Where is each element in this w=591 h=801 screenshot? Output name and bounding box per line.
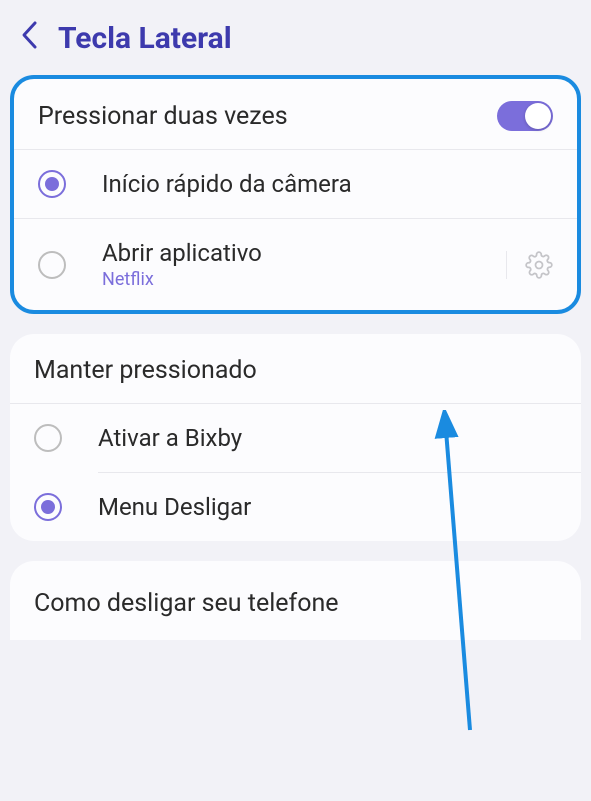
option-content: Ativar a Bixby xyxy=(98,424,557,452)
long-press-card: Manter pressionado Ativar a Bixby Menu D… xyxy=(10,334,581,541)
option-label: Menu Desligar xyxy=(98,493,557,521)
footer-title: Como desligar seu telefone xyxy=(34,589,339,618)
radio-power-menu[interactable] xyxy=(34,493,62,521)
option-quick-camera[interactable]: Início rápido da câmera xyxy=(14,149,577,218)
option-content: Início rápido da câmera xyxy=(102,170,553,198)
page-title: Tecla Lateral xyxy=(58,21,232,56)
header: Tecla Lateral xyxy=(0,0,591,75)
long-press-title: Manter pressionado xyxy=(34,356,257,385)
footer-card[interactable]: Como desligar seu telefone xyxy=(10,561,581,640)
double-press-header: Pressionar duas vezes xyxy=(14,79,577,149)
option-sublabel: Netflix xyxy=(102,269,496,290)
radio-open-app[interactable] xyxy=(38,251,66,279)
double-press-toggle[interactable] xyxy=(497,101,553,131)
double-press-title: Pressionar duas vezes xyxy=(38,102,288,131)
option-content: Menu Desligar xyxy=(98,493,557,521)
option-content: Abrir aplicativo Netflix xyxy=(102,239,496,290)
radio-dot xyxy=(45,177,59,191)
option-label: Início rápido da câmera xyxy=(102,170,553,198)
toggle-knob xyxy=(525,103,551,129)
back-icon[interactable] xyxy=(20,20,38,57)
option-open-app[interactable]: Abrir aplicativo Netflix xyxy=(14,218,577,310)
radio-bixby[interactable] xyxy=(34,424,62,452)
gear-icon[interactable] xyxy=(525,251,553,279)
radio-dot xyxy=(41,500,55,514)
option-label: Abrir aplicativo xyxy=(102,239,496,267)
option-label: Ativar a Bixby xyxy=(98,424,557,452)
radio-quick-camera[interactable] xyxy=(38,170,66,198)
long-press-header: Manter pressionado xyxy=(10,334,581,403)
option-bixby[interactable]: Ativar a Bixby xyxy=(10,403,581,472)
option-power-menu[interactable]: Menu Desligar xyxy=(98,472,581,541)
gear-container xyxy=(506,251,553,279)
double-press-card: Pressionar duas vezes Início rápido da c… xyxy=(10,75,581,314)
